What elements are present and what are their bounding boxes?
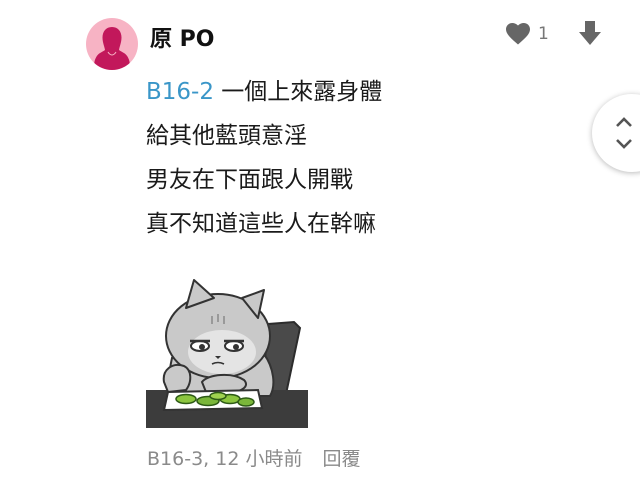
comment-line: 給其他藍頭意淫 bbox=[146, 123, 307, 149]
like-button[interactable] bbox=[505, 22, 531, 46]
downvote-button[interactable] bbox=[578, 20, 602, 46]
comment-body: B16-2 一個上來露身體 給其他藍頭意淫 男友在下面跟人開戰 真不知道這些人在… bbox=[146, 70, 382, 246]
cat-sticker-image[interactable] bbox=[146, 278, 308, 428]
comment-line-text: 一個上來露身體 bbox=[221, 79, 383, 105]
author-name[interactable]: 原 PO bbox=[150, 24, 215, 56]
comment-meta: B16-3, 12 小時前 bbox=[147, 448, 303, 470]
comment-footer: B16-3, 12 小時前 回覆 bbox=[147, 446, 361, 472]
user-silhouette-icon bbox=[94, 27, 130, 70]
comment-line: 男友在下面跟人開戰 bbox=[146, 167, 353, 193]
chevron-up-down-icon bbox=[616, 117, 632, 149]
cat-sticker-illustration bbox=[146, 279, 308, 428]
reply-button[interactable]: 回覆 bbox=[323, 448, 361, 470]
scroll-navigation-button[interactable] bbox=[592, 94, 640, 172]
avatar[interactable] bbox=[86, 18, 138, 70]
heart-icon bbox=[506, 23, 530, 45]
floor-reference-link[interactable]: B16-2 bbox=[146, 79, 214, 105]
comment-line: B16-2 一個上來露身體 bbox=[146, 70, 382, 114]
like-count: 1 bbox=[538, 24, 549, 44]
arrow-down-icon bbox=[579, 21, 601, 45]
comment-line: 真不知道這些人在幹嘛 bbox=[146, 211, 376, 237]
